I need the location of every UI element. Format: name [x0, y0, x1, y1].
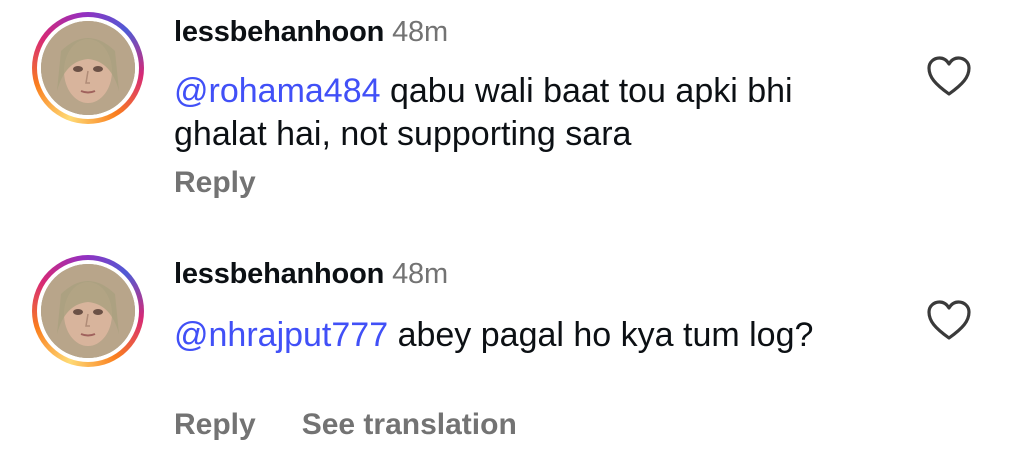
comment-item: lessbehanhoon 48m @nhrajput777 abey pagal… — [0, 236, 1024, 466]
comment-text: @nhrajput777 abey pagal ho kya tum log? — [174, 314, 894, 357]
avatar-story-ring[interactable] — [32, 12, 144, 124]
comment-time: 48m — [392, 258, 448, 290]
profile-photo-icon — [41, 264, 135, 358]
mention-link[interactable]: @nhrajput777 — [174, 316, 388, 354]
profile-photo-icon — [41, 21, 135, 115]
avatar[interactable] — [41, 264, 135, 358]
username-text[interactable]: lessbehanhoon — [174, 258, 384, 290]
comment-text: @rohama484 qabu wali baat tou apki bhi g… — [174, 70, 894, 156]
comment-username[interactable]: lessbehanhoon 48m — [174, 16, 448, 49]
avatar-story-ring[interactable] — [32, 255, 144, 367]
username-text[interactable]: lessbehanhoon — [174, 16, 384, 48]
comment-time: 48m — [392, 16, 448, 48]
heart-outline-icon[interactable] — [925, 298, 973, 342]
reply-button[interactable]: Reply — [174, 166, 256, 200]
reply-button[interactable]: Reply — [174, 408, 256, 442]
avatar[interactable] — [41, 21, 135, 115]
comment-actions: Reply — [174, 166, 256, 200]
mention-link[interactable]: @rohama484 — [174, 72, 381, 110]
comment-body: abey pagal ho kya tum log? — [388, 316, 814, 354]
comment-username[interactable]: lessbehanhoon 48m — [174, 258, 448, 291]
see-translation-button[interactable]: See translation — [302, 408, 517, 442]
heart-outline-icon[interactable] — [925, 54, 973, 98]
comment-actions: Reply See translation — [174, 408, 517, 442]
comment-item: lessbehanhoon 48m @rohama484 qabu wali ba… — [0, 0, 1024, 230]
